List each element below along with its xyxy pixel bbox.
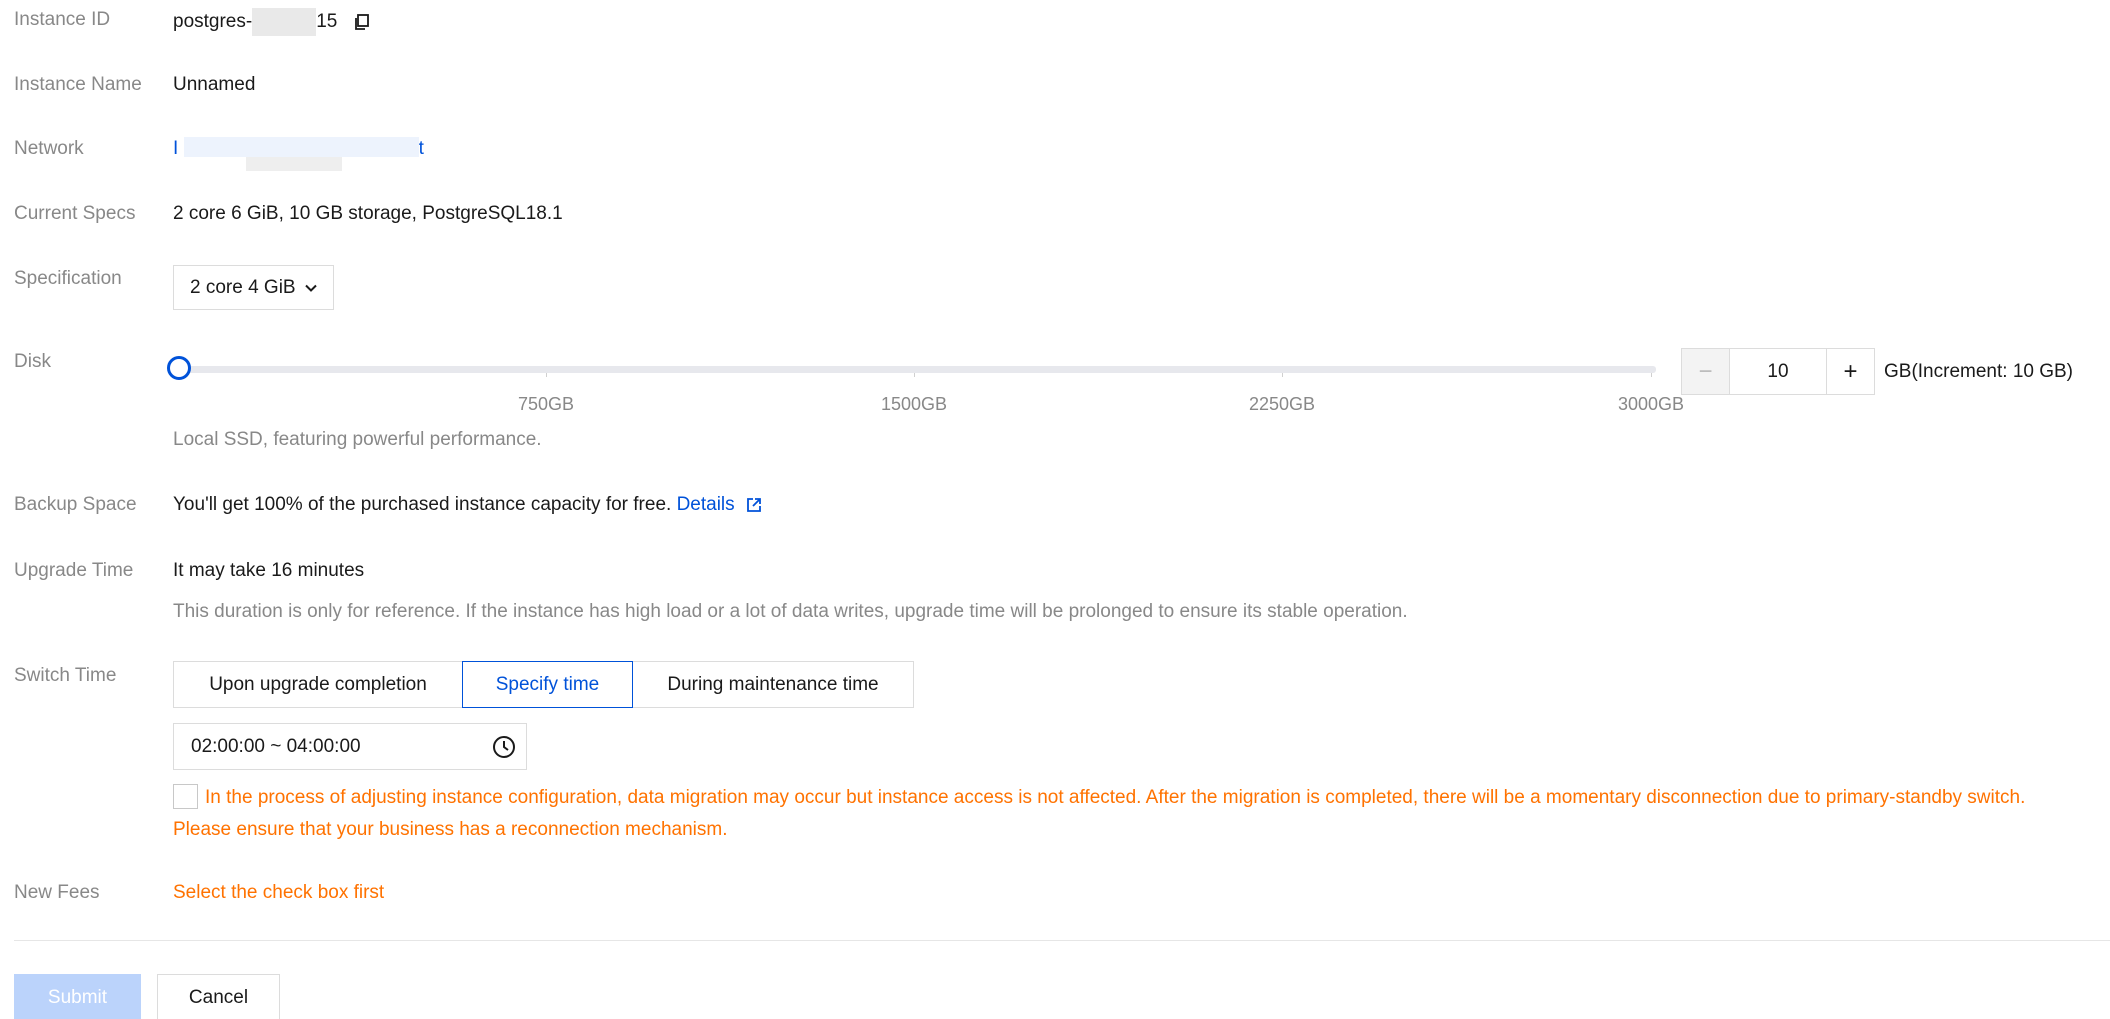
submit-button[interactable]: Submit	[14, 974, 141, 1019]
network-link[interactable]: I t	[173, 137, 424, 171]
tick-mark	[1651, 373, 1652, 377]
upgrade-time-note: This duration is only for reference. If …	[173, 601, 1408, 622]
disk-tick-label: 1500GB	[880, 394, 948, 414]
current-specs-label: Current Specs	[14, 203, 136, 224]
details-link-text: Details	[676, 494, 735, 515]
backup-space-label: Backup Space	[14, 494, 137, 515]
chevron-down-icon	[304, 284, 317, 292]
tick-mark	[914, 373, 915, 377]
backup-space-text: You'll get 100% of the purchased instanc…	[173, 494, 672, 515]
switch-time-options: Upon upgrade completion Specify time Dur…	[173, 661, 914, 708]
instance-id-value: postgres- 15	[173, 8, 371, 36]
instance-id-label: Instance ID	[14, 9, 111, 30]
upgrade-time-value: It may take 16 minutes	[173, 560, 365, 581]
upgrade-time-label: Upgrade Time	[14, 560, 134, 581]
copy-icon[interactable]	[353, 13, 371, 31]
disk-slider-track[interactable]	[180, 366, 1656, 373]
instance-name-label: Instance Name	[14, 74, 142, 95]
instance-name-value: Unnamed	[173, 74, 256, 95]
time-range-value: 02:00:00 ~ 04:00:00	[191, 735, 361, 757]
disk-slider-handle[interactable]	[167, 356, 191, 380]
divider	[14, 940, 2110, 941]
disk-size-input[interactable]: 10	[1730, 349, 1826, 394]
disk-tick-label: 2250GB	[1248, 394, 1316, 414]
option-specify-time[interactable]: Specify time	[462, 661, 633, 708]
increment-button[interactable]: +	[1826, 349, 1874, 394]
tick-mark	[546, 373, 547, 377]
specification-label: Specification	[14, 268, 122, 289]
time-range-picker[interactable]: 02:00:00 ~ 04:00:00	[173, 723, 527, 770]
new-fees-label: New Fees	[14, 882, 100, 903]
disk-stepper: − 10 +	[1681, 348, 1875, 395]
specification-selected: 2 core 4 GiB	[190, 276, 296, 298]
option-during-maintenance-time[interactable]: During maintenance time	[632, 661, 914, 708]
disk-unit: GB(Increment: 10 GB)	[1884, 361, 2074, 382]
instance-id-suffix: 15	[316, 11, 338, 33]
new-fees-value: Select the check box first	[173, 882, 385, 903]
disk-note: Local SSD, featuring powerful performanc…	[173, 429, 542, 450]
tick-mark	[1282, 373, 1283, 377]
disk-tick-label: 3000GB	[1617, 394, 1685, 414]
redacted-block	[183, 137, 419, 171]
backup-space-value: You'll get 100% of the purchased instanc…	[173, 493, 762, 517]
network-suffix: t	[418, 138, 424, 160]
network-prefix: I	[173, 138, 179, 160]
redacted-block	[252, 8, 317, 36]
clock-icon[interactable]	[492, 735, 516, 759]
switch-time-label: Switch Time	[14, 665, 117, 686]
details-link[interactable]: Details	[677, 494, 762, 515]
network-label: Network	[14, 138, 84, 159]
cancel-button[interactable]: Cancel	[157, 974, 280, 1019]
upgrade-instance-form: Instance ID postgres- 15 Instance Name Un…	[0, 0, 2110, 1019]
specification-select[interactable]: 2 core 4 GiB	[173, 265, 334, 310]
disk-label: Disk	[14, 351, 51, 372]
migration-notice: In the process of adjusting instance con…	[173, 787, 2026, 840]
external-link-icon	[747, 498, 761, 512]
current-specs-value: 2 core 6 GiB, 10 GB storage, PostgreSQL1…	[173, 203, 563, 224]
option-upon-upgrade-completion[interactable]: Upon upgrade completion	[173, 661, 463, 708]
decrement-button[interactable]: −	[1682, 349, 1730, 394]
disk-tick-label: 750GB	[517, 394, 575, 414]
instance-id-prefix: postgres-	[173, 11, 253, 33]
